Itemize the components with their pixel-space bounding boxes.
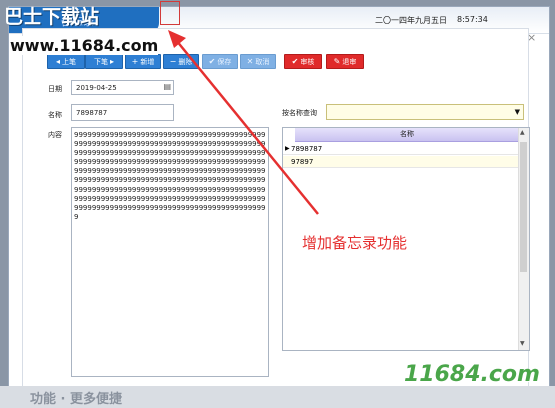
annotation-arrow <box>168 30 319 215</box>
bottom-caption: 功能 · 更多便捷 <box>30 392 122 407</box>
site-watermark: 11684.com <box>404 362 540 387</box>
arrow-head <box>168 30 186 48</box>
annotation-text: 增加备忘录功能 <box>302 234 408 252</box>
arrow-shaft <box>175 39 319 215</box>
